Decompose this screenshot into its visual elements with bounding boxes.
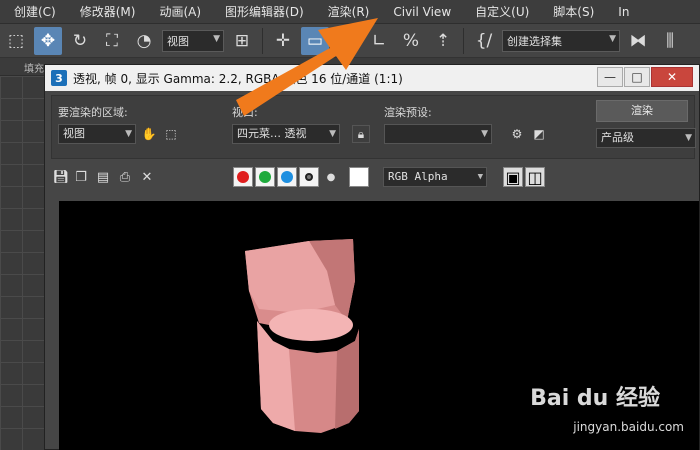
display-channel-value: RGB Alpha [388,170,448,183]
toolbar-separator [463,27,464,54]
render-preset-dropdown[interactable]: ▼ [384,124,492,144]
menu-civil-view[interactable]: Civil View [381,0,463,24]
save-image-icon[interactable]: 💾︎ [53,169,70,185]
menu-customize[interactable]: 自定义(U) [463,0,541,24]
blue-channel-toggle[interactable] [277,167,297,187]
frame-titlebar[interactable]: 3 透视, 帧 0, 显示 Gamma: 2.2, RGBA 颜色 16 位/通… [45,65,699,91]
blue-channel-icon [281,171,293,183]
menu-bar: 创建(C) 修改器(M) 动画(A) 图形编辑器(D) 渲染(R) Civil … [0,0,700,24]
red-channel-toggle[interactable] [233,167,253,187]
print-image-icon[interactable]: ⎙ [117,169,133,185]
snap-toggle-icon[interactable]: ? [333,27,361,55]
lock-icon[interactable]: 🔒︎ [352,125,370,143]
rendered-chair-image [245,239,359,433]
link-icon[interactable]: ◔ [130,27,158,55]
close-button[interactable]: ✕ [651,67,693,87]
pan-hand-icon[interactable]: ✋ [140,125,158,143]
chevron-down-icon: ▼ [477,172,483,182]
chevron-down-icon: ▼ [481,129,488,139]
alpha-channel-icon [305,173,313,181]
viewport-grid-background [0,76,44,450]
green-channel-icon [259,171,271,183]
background-color-swatch[interactable] [349,167,369,187]
display-channel-dropdown[interactable]: RGB Alpha ▼ [383,167,487,187]
area-to-render-value: 视图 [63,127,85,140]
environment-icon[interactable]: ◩ [530,125,548,143]
auto-region-icon[interactable]: ⬚ [162,125,180,143]
chevron-down-icon: ▼ [609,33,616,44]
menu-more[interactable]: In [606,0,641,24]
pivot-icon[interactable]: ⊞ [228,27,256,55]
chevron-down-icon: ▼ [329,129,336,139]
green-channel-toggle[interactable] [255,167,275,187]
channel-toolbar: 💾︎ ❐ ▤ ⎙ ✕ ● RGB Alpha ▼ ▣ ◫ [45,163,699,191]
chevron-down-icon: ▼ [685,133,692,143]
clear-icon[interactable]: ✕ [139,169,155,185]
angle-snap-icon[interactable]: ∟ [365,27,393,55]
clone-frame-icon[interactable]: ▤ [95,169,111,185]
menu-scripting[interactable]: 脚本(S) [541,0,606,24]
render-quality-value: 产品级 [601,131,634,144]
render-setup-icon[interactable]: ⚙ [508,125,526,143]
baidu-watermark-logo: Bai du 经验 [530,386,660,411]
area-to-render-dropdown[interactable]: 视图 ▼ [58,124,136,144]
align-icon[interactable]: ⫼ [656,27,684,55]
main-toolbar: ⬚ ✥ ↻ ⛶ ◔ 视图 ▼ ⊞ ✛ ▭ ? ∟ % ⇡ {/ 创建选择集 ▼ ⧓ … [0,24,700,58]
percent-snap-icon[interactable]: % [397,27,425,55]
render-settings-panel: 要渲染的区域: 视图 ▼ ✋ ⬚ 视口: 四元菜… 透视 ▼ 🔒︎ 渲染预设: ▼ … [51,95,696,159]
reference-coordinate-dropdown[interactable]: 视图 ▼ [162,29,224,52]
render-quality-dropdown[interactable]: 产品级 ▼ [596,128,696,148]
edit-named-selection-icon[interactable]: {/ [470,27,498,55]
spinner-snap-icon[interactable]: ⇡ [429,27,457,55]
render-viewport[interactable] [59,201,699,450]
app-window: 创建(C) 修改器(M) 动画(A) 图形编辑器(D) 渲染(R) Civil … [0,0,700,450]
named-selection-dropdown[interactable]: 创建选择集 ▼ [502,29,620,52]
maximize-button[interactable]: □ [624,67,650,87]
max-app-icon: 3 [51,70,67,86]
monochrome-icon[interactable]: ● [323,169,339,185]
window-controls: — □ ✕ [597,67,693,87]
toggle-ui-overlay-icon[interactable]: ▣ [503,167,523,187]
viewport-dropdown[interactable]: 四元菜… 透视 ▼ [232,124,340,144]
chair-seat [269,309,353,341]
menu-animation[interactable]: 动画(A) [147,0,213,24]
chevron-down-icon: ▼ [213,33,220,44]
select-and-manipulate-icon[interactable]: ✛ [269,27,297,55]
menu-graph-editors[interactable]: 图形编辑器(D) [213,0,316,24]
scale-icon[interactable]: ⛶ [98,27,126,55]
rotate-icon[interactable]: ↻ [66,27,94,55]
minimize-button[interactable]: — [597,67,623,87]
menu-rendering[interactable]: 渲染(R) [316,0,382,24]
chevron-down-icon: ▼ [125,129,132,139]
render-preset-label: 渲染预设: [384,106,432,119]
area-to-render-label: 要渲染的区域: [58,106,128,119]
toggle-ui-icon[interactable]: ◫ [525,167,545,187]
select-region-icon[interactable]: ⬚ [2,27,30,55]
menu-modifiers[interactable]: 修改器(M) [68,0,148,24]
viewport-value: 四元菜… 透视 [237,127,307,140]
named-selection-value: 创建选择集 [507,34,562,48]
reference-coordinate-value: 视图 [167,34,189,48]
chair-body-right [335,329,359,429]
alpha-channel-toggle[interactable] [299,167,319,187]
baidu-watermark-url: jingyan.baidu.com [573,420,684,434]
menu-create[interactable]: 创建(C) [0,0,68,24]
red-channel-icon [237,171,249,183]
strip-label: 填充 [24,64,44,75]
frame-title: 透视, 帧 0, 显示 Gamma: 2.2, RGBA 颜色 16 位/通道 … [73,71,403,86]
copy-image-icon[interactable]: ❐ [73,169,89,185]
mirror-icon[interactable]: ⧓ [624,27,652,55]
viewport-label: 视口: [232,106,258,119]
render-button[interactable]: 渲染 [596,100,688,122]
keyboard-shortcut-icon[interactable]: ▭ [301,26,329,55]
toolbar-separator [262,27,263,54]
move-icon[interactable]: ✥ [34,26,62,55]
